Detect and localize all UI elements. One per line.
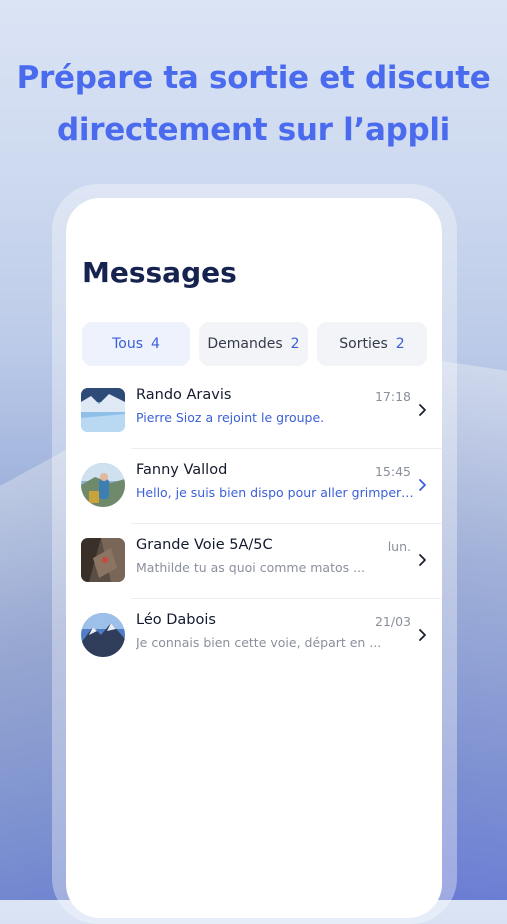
conversation-name: Rando Aravis — [136, 387, 232, 403]
conversation-item[interactable]: Grande Voie 5A/5C lun. Mathilde tu as qu… — [66, 524, 442, 599]
conversation-preview: Pierre Sioz a rejoint le groupe. — [136, 410, 325, 425]
conversation-item[interactable]: Léo Dabois 21/03 Je connais bien cette v… — [66, 599, 442, 674]
conversation-time: lun. — [387, 539, 411, 554]
conversation-time: 17:18 — [374, 389, 411, 404]
conversation-preview: Hello, je suis bien dispo pour aller gri… — [136, 485, 416, 500]
user-avatar — [81, 463, 125, 507]
conversation-preview: Mathilde tu as quoi comme matos ... — [136, 560, 366, 575]
tab-sorties[interactable]: Sorties 2 — [317, 322, 427, 366]
promo-headline: Prépare ta sortie et discute directement… — [0, 52, 507, 156]
conversation-item[interactable]: Rando Aravis 17:18 Pierre Sioz a rejoint… — [66, 374, 442, 449]
snowy-lake-photo-icon — [81, 388, 125, 432]
mountain-photo-icon — [81, 613, 125, 657]
tab-label: Tous — [112, 336, 143, 352]
conversation-time: 21/03 — [374, 614, 411, 629]
chevron-right-icon — [419, 479, 426, 491]
tab-demandes[interactable]: Demandes 2 — [199, 322, 308, 366]
conversation-name: Léo Dabois — [136, 612, 216, 628]
conversation-time: 15:45 — [374, 464, 411, 479]
rock-climbing-photo-icon — [81, 538, 125, 582]
conversation-name: Grande Voie 5A/5C — [136, 537, 273, 553]
filter-tabs: Tous 4 Demandes 2 Sorties 2 — [82, 322, 427, 366]
group-avatar — [81, 538, 125, 582]
headline-line-1: Prépare ta sortie et discute — [16, 60, 491, 96]
user-avatar — [81, 613, 125, 657]
conversation-name: Fanny Vallod — [136, 462, 228, 478]
group-avatar — [81, 388, 125, 432]
headline-line-2: directement sur l’appli — [56, 112, 450, 148]
conversation-preview: Je connais bien cette voie, départ en ..… — [136, 635, 382, 650]
tab-count: 2 — [290, 336, 300, 352]
tab-label: Sorties — [339, 336, 388, 352]
chevron-right-icon — [419, 629, 426, 641]
conversation-item[interactable]: Fanny Vallod 15:45 Hello, je suis bien d… — [66, 449, 442, 524]
hiker-photo-icon — [81, 463, 125, 507]
chevron-right-icon — [419, 404, 426, 416]
tab-label: Demandes — [207, 336, 283, 352]
tab-count: 4 — [150, 336, 160, 352]
page-title: Messages — [82, 256, 237, 289]
tab-count: 2 — [395, 336, 405, 352]
chevron-right-icon — [419, 554, 426, 566]
tab-tous[interactable]: Tous 4 — [82, 322, 190, 366]
